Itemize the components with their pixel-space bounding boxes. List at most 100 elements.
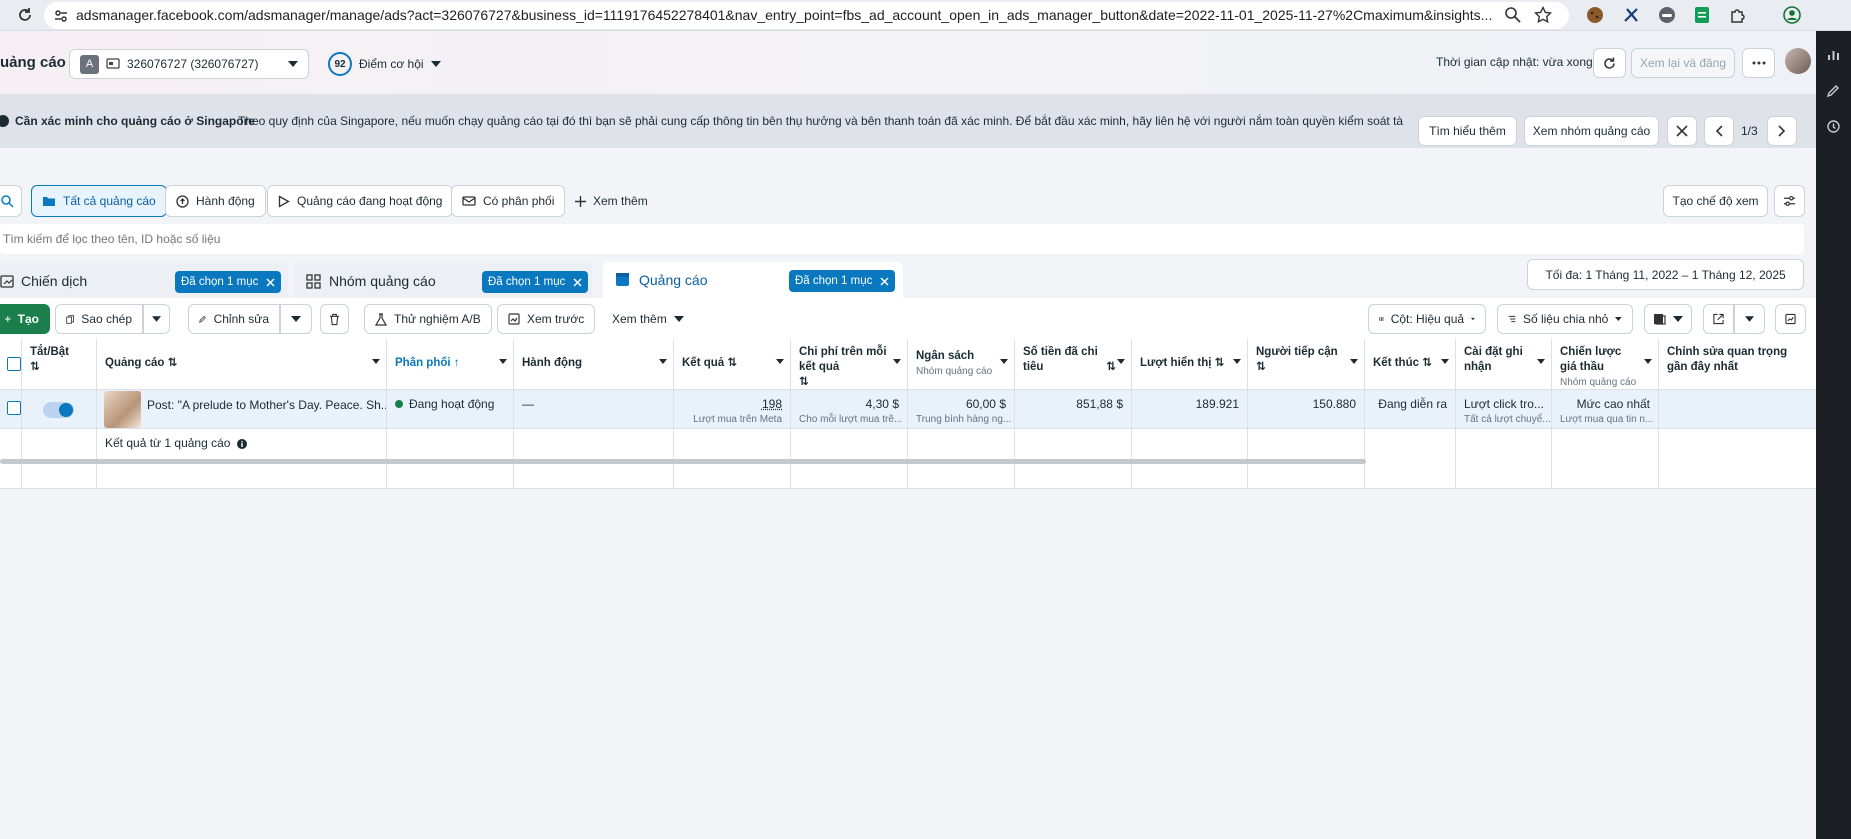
close-icon[interactable] (573, 277, 582, 287)
duplicate-dropdown[interactable] (143, 304, 170, 334)
reports-button[interactable] (1644, 304, 1692, 334)
extension-icon[interactable] (1622, 6, 1640, 24)
opportunity-score-button[interactable]: 92 Điểm cơ hội (318, 49, 451, 79)
review-publish-button[interactable]: Xem lại và đăng (1631, 48, 1735, 78)
zoom-icon[interactable] (1504, 6, 1522, 24)
close-icon[interactable] (266, 277, 275, 287)
site-info-icon[interactable] (52, 7, 70, 25)
export-button[interactable] (1703, 304, 1734, 334)
pencil-icon[interactable] (1826, 83, 1841, 98)
extensions-puzzle-icon[interactable] (1729, 6, 1747, 24)
filter-all-ads[interactable]: Tất cả quảng cáo (31, 185, 167, 217)
chevron-down-icon[interactable] (1537, 359, 1545, 364)
ads-table: Tắt/Bật ⇅ Quảng cáo ⇅ Phân phối ↑ Hành độ… (0, 339, 1816, 489)
adsets-selected-chip[interactable]: Đã chọn 1 mục (482, 271, 589, 293)
row-checkbox[interactable] (7, 401, 21, 415)
learn-more-button[interactable]: Tìm hiểu thêm (1418, 116, 1517, 146)
close-notice-button[interactable] (1667, 116, 1697, 146)
create-button[interactable]: Tạo (0, 304, 50, 334)
chevron-down-icon[interactable] (1350, 359, 1358, 364)
col-impressions[interactable]: Lượt hiển thị ⇅ (1132, 339, 1248, 390)
filter-delivering[interactable]: Có phân phối (451, 185, 566, 217)
col-last-edit[interactable]: Chỉnh sửa quan trọng gần đây nhất (1659, 339, 1816, 390)
more-options-button[interactable] (1742, 48, 1775, 78)
select-all-header[interactable] (0, 339, 22, 390)
charts-button[interactable] (1775, 304, 1806, 334)
reload-icon[interactable] (16, 6, 34, 24)
col-cost-per-result[interactable]: Chi phí trên mỗi kết quả ⇅ (791, 339, 908, 390)
col-attribution[interactable]: Cài đặt ghi nhận (1456, 339, 1552, 390)
col-bid-strategy[interactable]: Chiến lược giá thầu Nhóm quảng cáo (1552, 339, 1659, 390)
view-adsets-button[interactable]: Xem nhóm quảng cáo (1524, 116, 1659, 146)
view-settings-button[interactable] (1774, 185, 1805, 217)
chevron-down-icon[interactable] (499, 359, 507, 364)
col-budget[interactable]: Ngân sách Nhóm quảng cáo (908, 339, 1015, 390)
see-more-filters[interactable]: Xem thêm (565, 185, 658, 217)
row-toggle-cell (22, 390, 97, 429)
history-icon[interactable] (1826, 119, 1841, 134)
chevron-down-icon[interactable] (1000, 359, 1008, 364)
info-icon[interactable] (236, 439, 247, 449)
next-notice-button[interactable] (1767, 116, 1797, 146)
search-button[interactable] (0, 185, 22, 217)
row-ad-cell[interactable]: Post: "A prelude to Mother's Day. Peace.… (97, 390, 387, 429)
chevron-down-icon[interactable] (1441, 359, 1449, 364)
chevron-down-icon[interactable] (659, 359, 667, 364)
edit-button[interactable]: Chỉnh sửa (188, 304, 280, 334)
search-input[interactable] (0, 224, 1800, 254)
tab-ads[interactable]: Quảng cáo Đã chọn 1 mục (603, 262, 903, 298)
filter-actions[interactable]: Hành động (165, 185, 266, 217)
campaigns-selected-chip[interactable]: Đã chọn 1 mục (175, 271, 282, 293)
chart-icon[interactable] (1826, 47, 1841, 62)
preview-button[interactable]: Xem trước (497, 304, 596, 334)
col-delivery[interactable]: Phân phối ↑ (387, 339, 514, 390)
export-dropdown[interactable] (1734, 304, 1765, 334)
refresh-button[interactable] (1593, 48, 1626, 78)
close-icon[interactable] (880, 276, 889, 286)
bookmark-star-icon[interactable] (1534, 6, 1552, 24)
create-view-button[interactable]: Tạo chế độ xem (1663, 185, 1768, 217)
delete-button[interactable] (320, 304, 349, 334)
col-amount-spent[interactable]: Số tiền đã chi tiêu ⇅ (1015, 339, 1132, 390)
col-results[interactable]: Kết quả ⇅ (674, 339, 791, 390)
tab-adsets[interactable]: Nhóm quảng cáo Đã chọn 1 mục (294, 263, 592, 298)
chevron-down-icon[interactable] (776, 359, 784, 364)
col-actions[interactable]: Hành động (514, 339, 674, 390)
account-selector[interactable]: A 326076727 (326076727) (69, 49, 309, 79)
ads-selected-chip[interactable]: Đã chọn 1 mục (789, 270, 896, 292)
results-value[interactable]: 198 (762, 397, 782, 411)
chevron-down-icon[interactable] (893, 359, 901, 364)
more-actions-button[interactable]: Xem thêm (602, 304, 694, 334)
avatar[interactable] (1785, 48, 1811, 74)
tab-campaigns[interactable]: Chiến dịch Đã chọn 1 mục (0, 263, 288, 298)
previous-notice-button[interactable] (1704, 116, 1734, 146)
ad-name[interactable]: Post: "A prelude to Mother's Day. Peace.… (147, 398, 386, 412)
breakdown-button[interactable]: Số liệu chia nhỏ (1497, 304, 1633, 334)
search-field[interactable] (0, 224, 1804, 254)
row-spent-cell: 851,88 $ (1015, 390, 1132, 429)
col-ad[interactable]: Quảng cáo ⇅ (97, 339, 387, 390)
col-ends[interactable]: Kết thúc ⇅ (1365, 339, 1456, 390)
incognito-extension-icon[interactable] (1658, 6, 1676, 24)
col-reach[interactable]: Người tiếp cận ⇅ (1248, 339, 1365, 390)
chevron-down-icon[interactable] (372, 359, 380, 364)
date-range-picker[interactable]: Tối đa: 1 Tháng 11, 2022 – 1 Tháng 12, 2… (1527, 259, 1804, 290)
horizontal-scrollbar[interactable] (0, 459, 1366, 464)
chevron-down-icon[interactable] (1117, 359, 1125, 364)
cookie-extension-icon[interactable] (1586, 6, 1604, 24)
col-toggle[interactable]: Tắt/Bật ⇅ (22, 339, 97, 390)
ad-toggle[interactable] (43, 402, 74, 418)
sheets-extension-icon[interactable] (1693, 6, 1711, 24)
profile-icon[interactable] (1783, 6, 1801, 24)
select-all-checkbox[interactable] (7, 357, 21, 371)
duplicate-button[interactable]: Sao chép (55, 304, 143, 334)
address-bar[interactable]: adsmanager.facebook.com/adsmanager/manag… (44, 2, 1569, 29)
ab-test-button[interactable]: Thử nghiệm A/B (364, 304, 492, 334)
update-status: Thời gian cập nhật: vừa xong (1436, 55, 1593, 69)
chevron-down-icon[interactable] (1233, 359, 1241, 364)
row-checkbox-cell[interactable] (0, 390, 22, 429)
edit-dropdown[interactable] (280, 304, 312, 334)
columns-button[interactable]: Cột: Hiệu quả (1368, 304, 1486, 334)
chevron-down-icon[interactable] (1644, 359, 1652, 364)
filter-active-ads[interactable]: Quảng cáo đang hoạt động (267, 185, 454, 217)
